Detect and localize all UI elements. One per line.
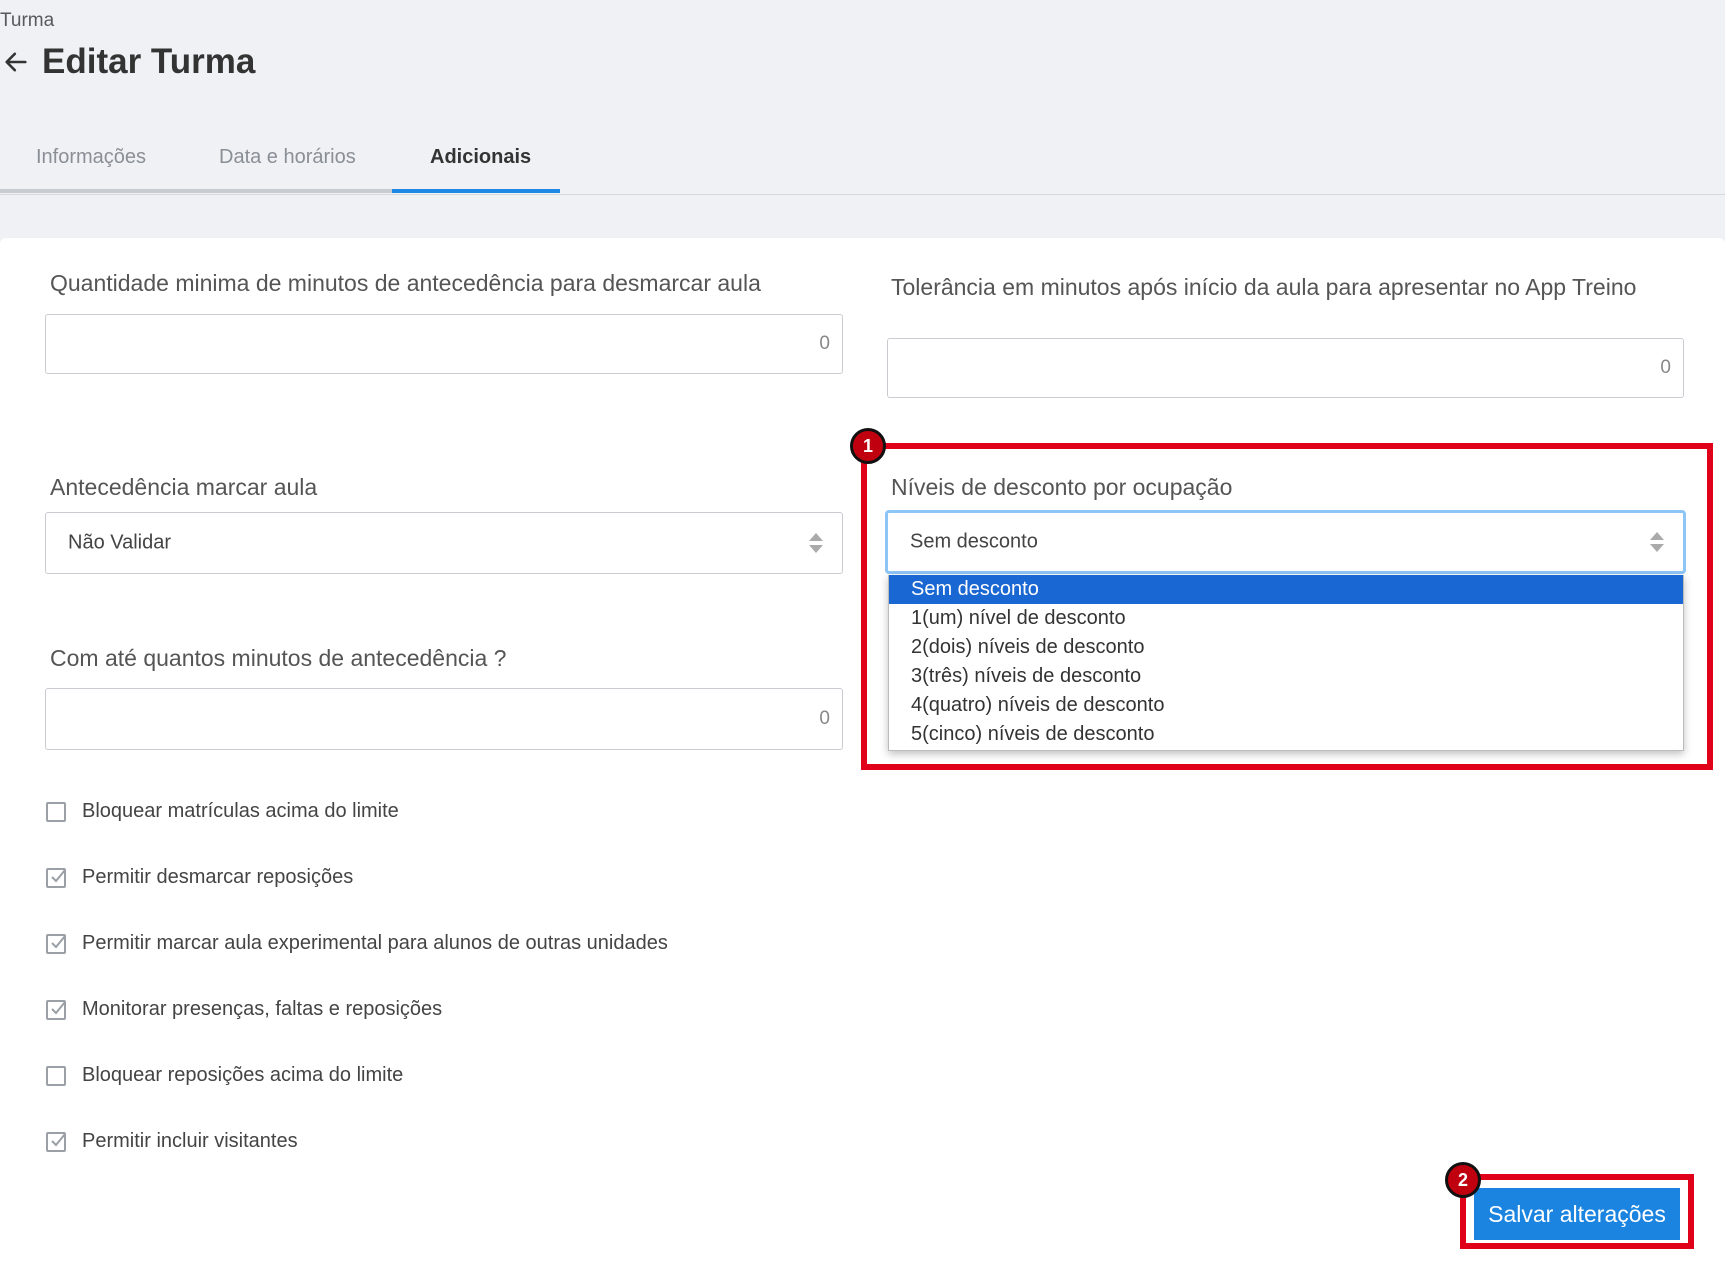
advance-mark-value: Não Validar <box>68 531 172 554</box>
checkbox-row: Bloquear reposições acima do limite <box>46 1064 403 1087</box>
discount-levels-label: Níveis de desconto por ocupação <box>891 474 1233 500</box>
page-title: Editar Turma <box>42 42 256 81</box>
checkbox[interactable] <box>46 801 66 822</box>
discount-option[interactable]: Sem desconto <box>889 575 1683 604</box>
breadcrumb[interactable]: Turma <box>0 10 54 32</box>
checkbox-row: Permitir incluir visitantes <box>46 1130 298 1153</box>
tolerance-minutes-label: Tolerância em minutos após início da aul… <box>891 274 1637 300</box>
checkbox[interactable] <box>46 867 66 888</box>
tab-active-indicator <box>392 189 560 193</box>
checkbox-row: Permitir marcar aula experimental para a… <box>46 932 668 955</box>
select-arrows-icon <box>1650 532 1664 552</box>
tolerance-minutes-input[interactable]: 0 <box>887 338 1684 398</box>
checkbox[interactable] <box>46 1065 66 1086</box>
check-icon <box>51 1000 66 1014</box>
checkbox-row: Bloquear matrículas acima do limite <box>46 800 399 823</box>
checkbox-label[interactable]: Monitorar presenças, faltas e reposições <box>82 998 442 1021</box>
advance-mark-label: Antecedência marcar aula <box>50 474 318 500</box>
discount-levels-dropdown: Sem desconto 1(um) nível de desconto 2(d… <box>888 575 1684 751</box>
checkbox-row: Monitorar presenças, faltas e reposições <box>46 998 442 1021</box>
advance-minutes-input[interactable]: 0 <box>45 688 843 750</box>
tab-adicionais[interactable]: Adicionais <box>430 146 531 169</box>
checkbox-label[interactable]: Bloquear reposições acima do limite <box>82 1064 403 1087</box>
min-minutes-unmark-value: 0 <box>819 333 830 354</box>
tab-data-e-horarios[interactable]: Data e horários <box>219 146 356 169</box>
checkbox-label[interactable]: Permitir desmarcar reposições <box>82 866 353 889</box>
advance-mark-select[interactable]: Não Validar <box>45 512 843 574</box>
discount-option[interactable]: 1(um) nível de desconto <box>889 604 1683 633</box>
tab-informacoes[interactable]: Informações <box>36 146 146 169</box>
check-icon <box>51 934 66 948</box>
title-row: Editar Turma <box>2 42 255 82</box>
checkbox[interactable] <box>46 999 66 1020</box>
advance-minutes-label: Com até quantos minutos de antecedência … <box>50 645 507 671</box>
tab-track <box>0 189 392 193</box>
checkbox-row: Permitir desmarcar reposições <box>46 866 353 889</box>
highlight-box-2: Salvar alterações <box>1460 1174 1694 1249</box>
annotation-badge-1: 1 <box>850 428 886 464</box>
arrow-left-icon[interactable] <box>2 48 30 76</box>
discount-levels-select[interactable]: Sem desconto <box>885 510 1686 574</box>
annotation-badge-2: 2 <box>1445 1162 1481 1198</box>
discount-levels-value: Sem desconto <box>910 530 1038 553</box>
checkbox[interactable] <box>46 933 66 954</box>
check-icon <box>51 1132 66 1146</box>
discount-option[interactable]: 2(dois) níveis de desconto <box>889 633 1683 662</box>
discount-option[interactable]: 3(três) níveis de desconto <box>889 662 1683 691</box>
check-icon <box>51 868 66 882</box>
min-minutes-unmark-input[interactable]: 0 <box>45 314 843 374</box>
select-arrows-icon <box>809 533 823 553</box>
discount-option[interactable]: 5(cinco) níveis de desconto <box>889 720 1683 749</box>
discount-option[interactable]: 4(quatro) níveis de desconto <box>889 691 1683 720</box>
min-minutes-unmark-label: Quantidade minima de minutos de antecedê… <box>50 270 761 296</box>
save-changes-button[interactable]: Salvar alterações <box>1474 1188 1680 1240</box>
checkbox[interactable] <box>46 1131 66 1152</box>
checkbox-label[interactable]: Permitir incluir visitantes <box>82 1130 298 1153</box>
advance-minutes-value: 0 <box>819 708 830 729</box>
checkbox-label[interactable]: Permitir marcar aula experimental para a… <box>82 932 668 955</box>
tolerance-minutes-value: 0 <box>1660 357 1671 378</box>
checkbox-label[interactable]: Bloquear matrículas acima do limite <box>82 800 399 823</box>
tab-bar: Informações Data e horários Adicionais <box>0 126 1725 195</box>
